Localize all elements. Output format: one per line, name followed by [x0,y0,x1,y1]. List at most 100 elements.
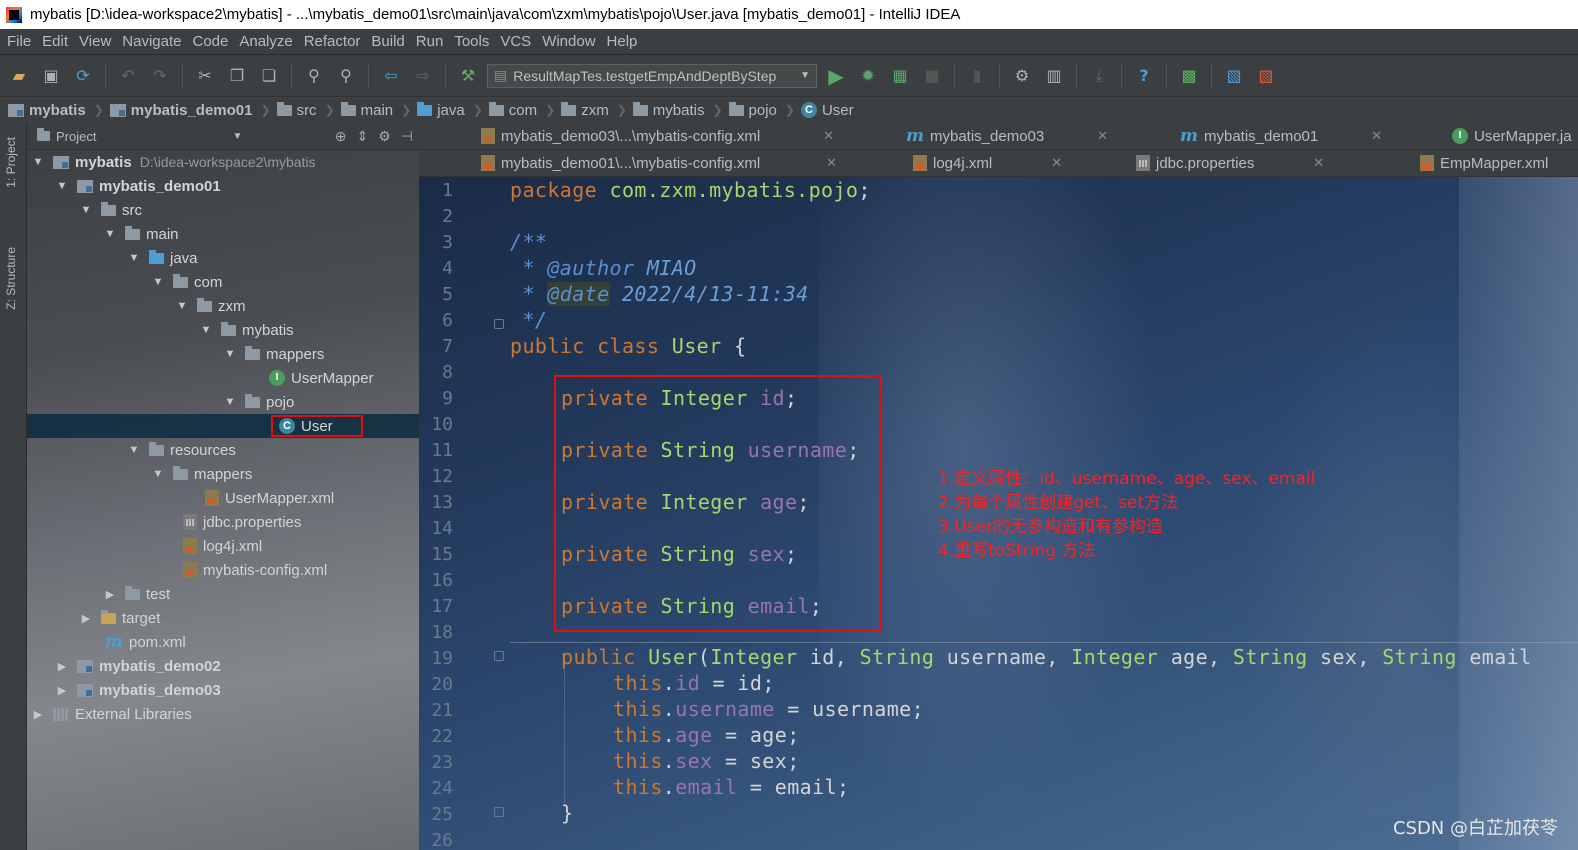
menu-build[interactable]: Build [367,33,408,50]
close-icon[interactable]: ✕ [1313,155,1324,171]
project-panel-title[interactable]: Project [56,129,96,144]
tree-item-pojo[interactable]: ▼ pojo [27,390,419,414]
tree-item-user[interactable]: C User [27,414,419,438]
locate-icon[interactable]: ⊕ [335,128,347,145]
fold-marker-icon[interactable] [494,807,504,817]
back-icon[interactable]: ⇦ [378,63,404,89]
tree-item-mybatis-pkg[interactable]: ▼ mybatis [27,318,419,342]
tab-jdbc-properties[interactable]: jdbc.properties ✕ [1072,150,1334,176]
chevron-down-icon[interactable]: ▼ [232,131,242,142]
menu-help[interactable]: Help [603,33,642,50]
redo-icon[interactable]: ↷ [147,63,173,89]
tree-item-usermapper-xml[interactable]: UserMapper.xml [27,486,419,510]
tree-item-mappers[interactable]: ▼ mappers [27,342,419,366]
menu-vcs[interactable]: VCS [496,33,535,50]
expand-arrow-icon[interactable]: ▶ [103,588,117,601]
tab-usermapper-java[interactable]: I UserMapper.ja [1392,123,1578,149]
expand-arrow-icon[interactable]: ▼ [151,276,165,288]
tree-item-target[interactable]: ▶ target [27,606,419,630]
tab-mybatis-demo03-config[interactable]: mybatis_demo03\...\mybatis-config.xml ✕ [419,123,844,149]
run-configuration-select[interactable]: ▤ ResultMapTes.testgetEmpAndDeptByStep ▼ [487,63,817,88]
expand-arrow-icon[interactable]: ▼ [151,468,165,480]
expand-arrow-icon[interactable]: ▼ [175,300,189,312]
menu-analyze[interactable]: Analyze [235,33,296,50]
bookmark-icon[interactable]: ▮ [964,63,990,89]
breadcrumb-pojo[interactable]: pojo [728,101,781,119]
expand-arrow-icon[interactable]: ▼ [199,324,213,336]
tab-empmapper-xml[interactable]: EmpMapper.xml [1334,150,1578,176]
expand-arrow-icon[interactable]: ▼ [103,228,117,240]
tree-item-mybatis-demo01[interactable]: ▼ mybatis_demo01 [27,174,419,198]
run-icon[interactable]: ▶ [823,63,849,89]
expand-arrow-icon[interactable]: ▼ [223,396,237,408]
cut-icon[interactable]: ✂ [192,63,218,89]
menu-window[interactable]: Window [538,33,599,50]
tree-item-resources[interactable]: ▼ resources [27,438,419,462]
paste-icon[interactable]: ❏ [256,63,282,89]
close-icon[interactable]: ✕ [1371,128,1382,144]
sync-icon[interactable]: ⟳ [70,63,96,89]
tree-item-mappers-res[interactable]: ▼ mappers [27,462,419,486]
breadcrumb-mybatis-demo01[interactable]: mybatis_demo01 [109,102,257,119]
find-icon[interactable]: ⚲ [301,63,327,89]
expand-arrow-icon[interactable]: ▼ [223,348,237,360]
menu-view[interactable]: View [75,33,115,50]
replace-icon[interactable]: ⚲ [333,63,359,89]
breadcrumb-user[interactable]: C User [800,102,858,119]
undo-icon[interactable]: ↶ [115,63,141,89]
tree-item-java[interactable]: ▼ java [27,246,419,270]
expand-arrow-icon[interactable]: ▼ [127,444,141,456]
code-editor[interactable]: 1 2 3 4 5 6 7 8 9 10 11 12 13 14 15 16 1… [419,177,1578,850]
close-icon[interactable]: ✕ [826,155,837,171]
expand-arrow-icon[interactable]: ▶ [79,612,93,625]
tree-item-mybatis-demo03[interactable]: ▶ mybatis_demo03 [27,678,419,702]
tree-item-mybatis-config-xml[interactable]: mybatis-config.xml [27,558,419,582]
expand-arrow-icon[interactable]: ▶ [31,708,45,721]
tab-mybatis-demo03[interactable]: m mybatis_demo03 ✕ [844,123,1118,149]
translate-alt-icon[interactable]: ▧ [1253,63,1279,89]
download-icon[interactable]: ⤓ [1086,63,1112,89]
translate-icon[interactable]: ▧ [1221,63,1247,89]
tab-log4j-xml[interactable]: log4j.xml ✕ [847,150,1072,176]
expand-arrow-icon[interactable]: ▶ [55,660,69,673]
menu-tools[interactable]: Tools [450,33,493,50]
fold-marker-icon[interactable] [494,319,504,329]
close-icon[interactable]: ✕ [1051,155,1062,171]
forward-icon[interactable]: ⇨ [410,63,436,89]
breadcrumb-main[interactable]: main [340,101,398,119]
tab-mybatis-demo01-config[interactable]: mybatis_demo01\...\mybatis-config.xml ✕ [419,150,847,176]
menu-run[interactable]: Run [412,33,448,50]
tree-item-test[interactable]: ▶ test [27,582,419,606]
save-icon[interactable]: ▣ [38,63,64,89]
menu-navigate[interactable]: Navigate [118,33,185,50]
breadcrumb-zxm[interactable]: zxm [561,101,613,119]
close-icon[interactable]: ✕ [1097,128,1108,144]
tree-item-zxm[interactable]: ▼ zxm [27,294,419,318]
build-icon[interactable]: ⚒ [455,63,481,89]
tree-item-main[interactable]: ▼ main [27,222,419,246]
project-structure-icon[interactable]: ▥ [1041,63,1067,89]
coverage-icon[interactable]: ▦ [887,63,913,89]
collapse-all-icon[interactable]: ⇕ [357,128,369,145]
open-folder-icon[interactable]: ▰ [6,63,32,89]
tree-item-log4j-xml[interactable]: log4j.xml [27,534,419,558]
close-icon[interactable]: ✕ [823,128,834,144]
stop-icon[interactable]: ■ [919,63,945,89]
expand-arrow-icon[interactable]: ▼ [79,204,93,216]
tree-item-com[interactable]: ▼ com [27,270,419,294]
tree-item-src[interactable]: ▼ src [27,198,419,222]
breadcrumb-mybatis-pkg[interactable]: mybatis [632,101,709,119]
vcs-icon[interactable]: ▩ [1176,63,1202,89]
menu-code[interactable]: Code [188,33,232,50]
copy-icon[interactable]: ❐ [224,63,250,89]
tree-item-jdbc-properties[interactable]: jdbc.properties [27,510,419,534]
menu-file[interactable]: File [3,33,35,50]
expand-arrow-icon[interactable]: ▶ [55,684,69,697]
structure-tool-tab[interactable]: Z: Structure [4,247,18,310]
breadcrumb-com[interactable]: com [488,101,541,119]
breadcrumb-src[interactable]: src [276,101,321,119]
tree-item-external-libraries[interactable]: ▶ External Libraries [27,702,419,726]
gear-icon[interactable]: ⚙ [378,128,391,145]
tree-item-mybatis[interactable]: ▼ mybatis D:\idea-workspace2\mybatis [27,150,419,174]
expand-arrow-icon[interactable]: ▼ [31,156,45,168]
